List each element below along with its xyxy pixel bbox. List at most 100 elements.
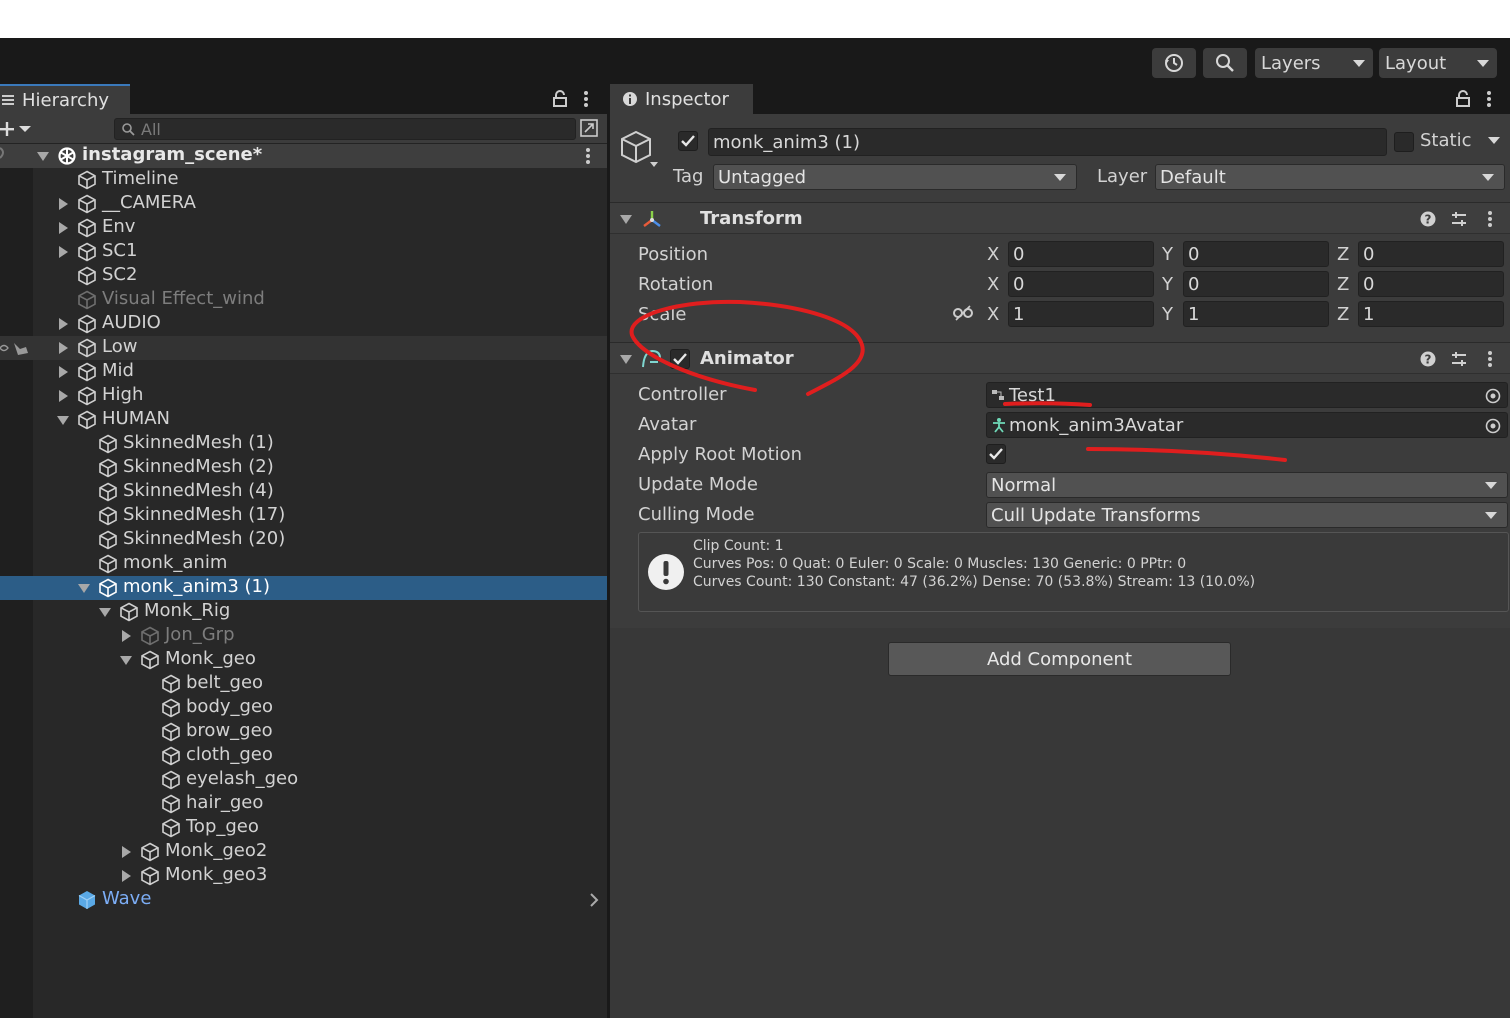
expand-arrow-icon[interactable] [122,630,131,642]
controller-field[interactable]: Test1 [986,382,1508,408]
apply-root-motion-checkbox[interactable] [986,444,1006,464]
help-icon[interactable]: ? [1420,211,1436,227]
hierarchy-row[interactable]: Monk_Rig [0,600,607,624]
scale-z-field[interactable]: 1 [1358,301,1504,327]
layout-dropdown[interactable]: Layout [1379,48,1497,78]
hierarchy-row[interactable]: Jon_Grp [0,624,607,648]
hierarchy-row[interactable]: Visual Effect_wind [0,288,607,312]
collapse-arrow-icon[interactable] [120,656,132,665]
hierarchy-row[interactable]: Timeline [0,168,607,192]
hierarchy-row[interactable]: body_geo [0,696,607,720]
hierarchy-row[interactable]: brow_geo [0,720,607,744]
animator-enabled-checkbox[interactable] [670,349,690,369]
expand-arrow-icon[interactable] [59,318,68,330]
add-component-button[interactable]: Add Component [888,642,1231,676]
layer-dropdown[interactable]: Default [1155,164,1505,190]
hierarchy-row[interactable]: SkinnedMesh (1) [0,432,607,456]
object-picker-icon[interactable] [1485,418,1501,434]
kebab-menu-icon[interactable] [1486,210,1494,228]
hierarchy-row[interactable]: eyelash_geo [0,768,607,792]
position-y-field[interactable]: 0 [1183,241,1329,267]
expand-arrow-icon[interactable] [59,342,68,354]
chevron-right-icon[interactable] [588,891,600,914]
hierarchy-row[interactable]: Low [0,336,607,360]
hierarchy-row[interactable]: hair_geo [0,792,607,816]
expand-arrow-icon[interactable] [122,870,131,882]
hierarchy-row[interactable]: cloth_geo [0,744,607,768]
expand-arrow-icon[interactable] [59,198,68,210]
hierarchy-row[interactable]: HUMAN [0,408,607,432]
rotation-x-field[interactable]: 0 [1008,271,1154,297]
collapse-arrow-icon[interactable] [57,416,69,425]
layers-dropdown[interactable]: Layers [1255,48,1373,78]
expand-arrow-icon[interactable] [122,846,131,858]
collapse-arrow-icon[interactable] [78,584,90,593]
position-z-field[interactable]: 0 [1358,241,1504,267]
pickability-icon[interactable] [0,339,30,362]
tag-dropdown[interactable]: Untagged [713,164,1077,190]
hierarchy-row-label: AUDIO [102,312,161,333]
object-picker-icon[interactable] [1485,388,1501,404]
lock-icon[interactable] [552,90,568,108]
foldout-arrow-icon[interactable] [620,215,632,224]
tab-hierarchy[interactable]: Hierarchy [0,84,130,114]
hierarchy-row[interactable]: Top_geo [0,816,607,840]
hierarchy-row[interactable]: Env [0,216,607,240]
expand-arrow-icon[interactable] [59,366,68,378]
preset-icon[interactable] [1450,350,1468,368]
hierarchy-row[interactable]: Monk_geo2 [0,840,607,864]
expand-arrow-icon[interactable] [59,246,68,258]
hierarchy-row[interactable]: SkinnedMesh (20) [0,528,607,552]
hierarchy-row[interactable]: High [0,384,607,408]
foldout-arrow-icon[interactable] [620,355,632,364]
scale-x-field[interactable]: 1 [1008,301,1154,327]
info-icon [623,92,637,106]
kebab-menu-icon[interactable] [1486,350,1494,368]
search-input[interactable]: All [114,118,576,140]
hierarchy-row[interactable]: monk_anim3 (1) [0,576,607,600]
hierarchy-row[interactable]: __CAMERA [0,192,607,216]
object-name-field[interactable]: monk_anim3 (1) [708,128,1387,156]
transform-header[interactable]: Transform ? [610,202,1510,234]
hierarchy-row[interactable]: Monk_geo3 [0,864,607,888]
tab-inspector[interactable]: Inspector [610,84,753,114]
expand-arrow-icon[interactable] [59,390,68,402]
static-checkbox[interactable] [1394,132,1414,152]
scene-row[interactable]: instagram_scene* [0,144,607,168]
animator-header[interactable]: Animator ? [610,342,1510,374]
position-x-field[interactable]: 0 [1008,241,1154,267]
expand-arrow-icon[interactable] [59,222,68,234]
create-button[interactable] [0,119,34,139]
expand-arrow-icon[interactable] [37,152,49,161]
scene-visibility-icon[interactable] [579,118,599,138]
kebab-menu-icon[interactable] [584,147,592,165]
avatar-field[interactable]: monk_anim3Avatar [986,412,1508,438]
hierarchy-row[interactable]: SkinnedMesh (4) [0,480,607,504]
active-checkbox[interactable] [678,131,698,151]
kebab-menu-icon[interactable] [1485,90,1493,108]
hierarchy-row[interactable]: monk_anim [0,552,607,576]
preset-icon[interactable] [1450,210,1468,228]
unlinked-scale-icon[interactable] [953,305,973,321]
collapse-arrow-icon[interactable] [99,608,111,617]
hierarchy-row[interactable]: SC2 [0,264,607,288]
rotation-y-field[interactable]: 0 [1183,271,1329,297]
help-icon[interactable]: ? [1420,351,1436,367]
lock-icon[interactable] [1455,90,1471,108]
kebab-menu-icon[interactable] [582,90,590,108]
search-button[interactable] [1203,48,1247,78]
rotation-z-field[interactable]: 0 [1358,271,1504,297]
hierarchy-row[interactable]: Mid [0,360,607,384]
update-mode-dropdown[interactable]: Normal [986,472,1508,498]
hierarchy-row[interactable]: Monk_geo [0,648,607,672]
hierarchy-row[interactable]: AUDIO [0,312,607,336]
hierarchy-row[interactable]: SC1 [0,240,607,264]
hierarchy-row[interactable]: belt_geo [0,672,607,696]
history-button[interactable] [1152,48,1196,78]
hierarchy-row[interactable]: SkinnedMesh (2) [0,456,607,480]
scale-y-field[interactable]: 1 [1183,301,1329,327]
hierarchy-row[interactable]: SkinnedMesh (17) [0,504,607,528]
hierarchy-row[interactable]: Wave [0,888,607,912]
static-dropdown-icon[interactable] [1488,137,1500,144]
culling-mode-dropdown[interactable]: Cull Update Transforms [986,502,1508,528]
